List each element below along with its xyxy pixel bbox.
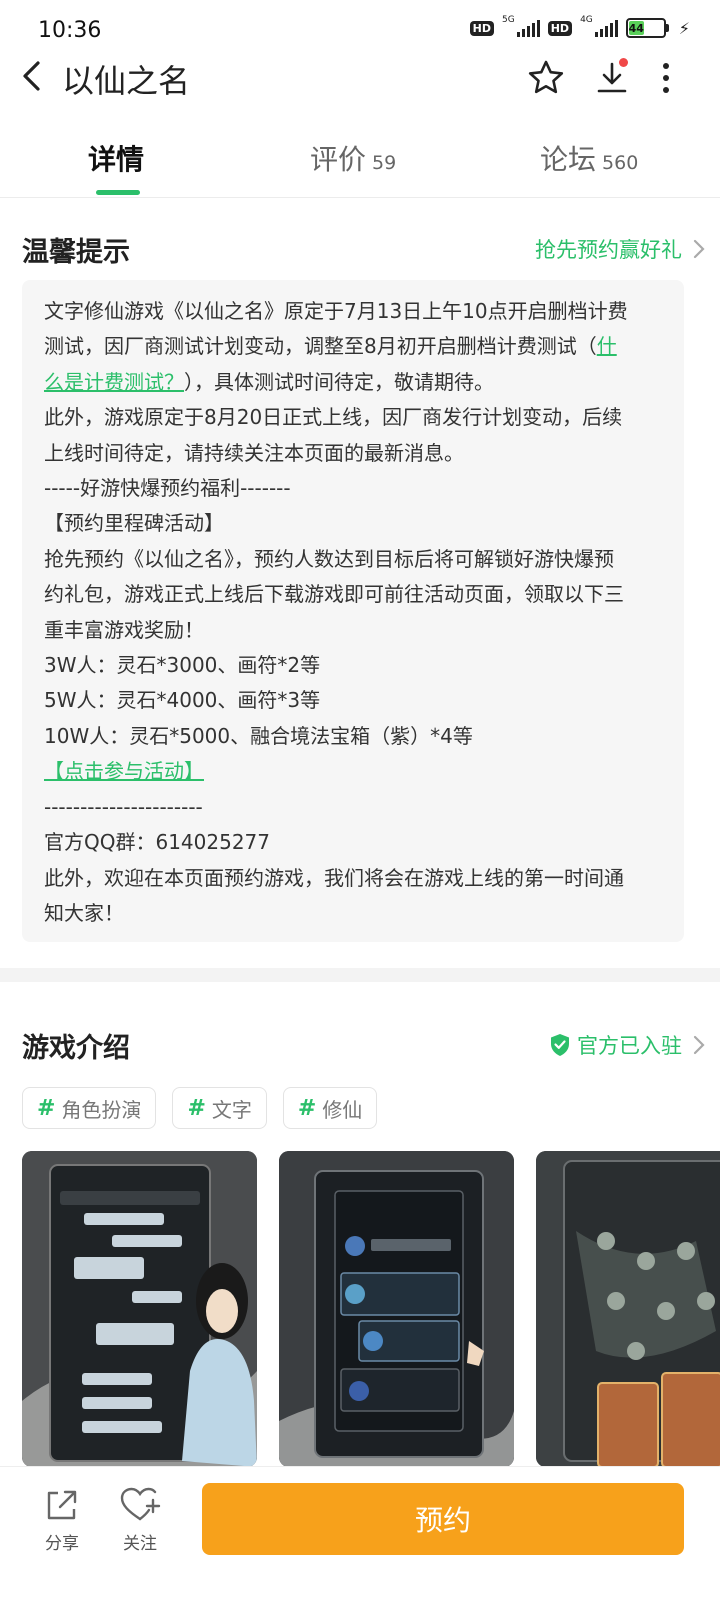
- notice-line: 5W人：灵石*4000、画符*3等: [44, 688, 321, 713]
- notice-text: ），具体测试时间待定，敬请期待。: [184, 369, 494, 394]
- more-button[interactable]: [642, 54, 690, 102]
- notice-line: 约礼包，游戏正式上线后下载游戏即可前往活动页面，领取以下三: [44, 582, 624, 607]
- download-button[interactable]: [588, 54, 636, 102]
- battery-icon: 44: [625, 18, 669, 38]
- charging-icon: ⚡: [678, 18, 690, 38]
- tag-label: 修仙: [322, 1097, 363, 1122]
- intro-title: 游戏介绍: [22, 1033, 130, 1064]
- chevron-right-icon: [693, 1035, 705, 1055]
- notice-line: 测试，因厂商测试计划变动，调整至8月初开启删档计费测试（什: [44, 329, 662, 364]
- notice-line: 知大家！: [44, 900, 124, 925]
- reserve-button[interactable]: 预约: [202, 1483, 684, 1555]
- notice-header: 温馨提示 抢先预约赢好礼: [0, 226, 720, 276]
- notice-text: 测试，因厂商测试计划变动，调整至8月初开启删档计费测试（: [44, 334, 597, 359]
- shield-check-icon: [551, 1034, 569, 1056]
- screenshot-map[interactable]: [536, 1151, 720, 1467]
- notification-dot: [619, 58, 628, 67]
- tab-label: 论坛: [540, 143, 597, 176]
- notice-line: -----好游快爆预约福利-------: [44, 476, 291, 501]
- share-button[interactable]: 分享: [32, 1485, 92, 1554]
- notice-line: 10W人：灵石*5000、融合境法宝箱（紫）*4等: [44, 723, 473, 748]
- section-divider: [0, 968, 720, 982]
- star-icon: [528, 60, 564, 94]
- battery-level: 44: [628, 21, 644, 35]
- tab-reviews[interactable]: 评价 59: [310, 138, 396, 178]
- tab-bar: 详情 评价 59 论坛 560: [0, 126, 720, 198]
- join-activity-link[interactable]: 【点击参与活动】: [44, 759, 204, 783]
- screenshot-carousel[interactable]: [22, 1151, 720, 1467]
- back-button[interactable]: [14, 54, 54, 98]
- notice-line: 么是计费测试？），具体测试时间待定，敬请期待。: [44, 365, 662, 400]
- tab-count: 59: [372, 152, 397, 174]
- screenshot-image: [22, 1151, 257, 1467]
- tab-active-indicator: [96, 190, 140, 195]
- hash-icon: #: [187, 1095, 206, 1121]
- reserve-gift-link[interactable]: 抢先预约赢好礼: [535, 234, 682, 264]
- favorite-button[interactable]: [522, 54, 570, 102]
- heart-plus-icon: [120, 1487, 161, 1521]
- share-icon: [47, 1490, 77, 1520]
- screenshot-skills[interactable]: [279, 1151, 514, 1467]
- notice-line: 上线时间待定，请持续关注本页面的最新消息。: [44, 440, 464, 465]
- notice-line: 文字修仙游戏《以仙之名》原定于7月13日上午10点开启删档计费: [44, 299, 628, 323]
- title-bar: 以仙之名: [0, 46, 720, 110]
- notice-line: 官方QQ群：614025277: [44, 830, 271, 855]
- back-arrow-icon: [23, 61, 40, 91]
- screenshot-chat[interactable]: [22, 1151, 257, 1467]
- hash-icon: #: [297, 1095, 317, 1121]
- signal-icon: [516, 19, 540, 37]
- notice-line: 此外，游戏原定于8月20日正式上线，因厂商发行计划变动，后续: [44, 405, 623, 430]
- tab-forum[interactable]: 论坛 560: [540, 138, 638, 178]
- status-icons: HD 5G HD 4G 44 ⚡: [469, 15, 690, 38]
- notice-line: 【预约里程碑活动】: [44, 511, 224, 536]
- more-icon: [663, 63, 669, 93]
- hash-icon: #: [37, 1095, 56, 1121]
- tag-text[interactable]: # 文字: [172, 1087, 267, 1129]
- tab-details[interactable]: 详情: [88, 138, 144, 178]
- status-time: 10:36: [38, 18, 102, 43]
- official-label: 官方已入驻: [577, 1034, 682, 1058]
- notice-line: 重丰富游戏奖励！: [44, 617, 204, 642]
- notice-line: 3W人：灵石*3000、画符*2等: [44, 653, 321, 678]
- follow-label: 关注: [123, 1534, 157, 1554]
- notice-line: 此外，欢迎在本页面预约游戏，我们将会在游戏上线的第一时间通: [44, 865, 624, 890]
- bottom-action-bar: 分享 关注 预约: [0, 1466, 720, 1600]
- notice-title: 温馨提示: [22, 237, 130, 268]
- follow-button[interactable]: 关注: [110, 1485, 170, 1554]
- notice-line: 【点击参与活动】: [44, 754, 662, 789]
- screenshot-image: [279, 1151, 514, 1467]
- notice-box: 文字修仙游戏《以仙之名》原定于7月13日上午10点开启删档计费 测试，因厂商测试…: [22, 280, 684, 942]
- official-link[interactable]: 官方已入驻: [549, 1030, 682, 1060]
- chevron-right-icon: [693, 239, 705, 259]
- intro-header: 游戏介绍 官方已入驻: [0, 1022, 720, 1072]
- tag-label: 文字: [211, 1097, 252, 1122]
- network-type-4g: 4G: [580, 15, 593, 25]
- tag-cultivation[interactable]: # 修仙: [282, 1087, 378, 1129]
- billing-test-link-cont[interactable]: 么是计费测试？: [44, 370, 184, 394]
- screenshot-image: [536, 1151, 720, 1467]
- signal-icon-2: [594, 19, 618, 37]
- page-title: 以仙之名: [62, 62, 191, 100]
- notice-line: ----------------------: [44, 794, 203, 819]
- tab-label: 评价: [310, 143, 367, 176]
- tag-role-play[interactable]: # 角色扮演: [22, 1087, 157, 1129]
- billing-test-link[interactable]: 什: [597, 334, 617, 358]
- tab-label: 详情: [88, 143, 145, 176]
- tag-list: # 角色扮演 # 文字 # 修仙: [22, 1087, 378, 1129]
- hd-badge: HD: [469, 20, 495, 36]
- share-label: 分享: [45, 1534, 79, 1554]
- network-type-5g: 5G: [502, 15, 515, 25]
- notice-line: 抢先预约《以仙之名》，预约人数达到目标后将可解锁好游快爆预: [44, 546, 614, 571]
- hd-badge-2: HD: [547, 20, 573, 36]
- tag-label: 角色扮演: [61, 1097, 142, 1122]
- tab-count: 560: [602, 152, 639, 174]
